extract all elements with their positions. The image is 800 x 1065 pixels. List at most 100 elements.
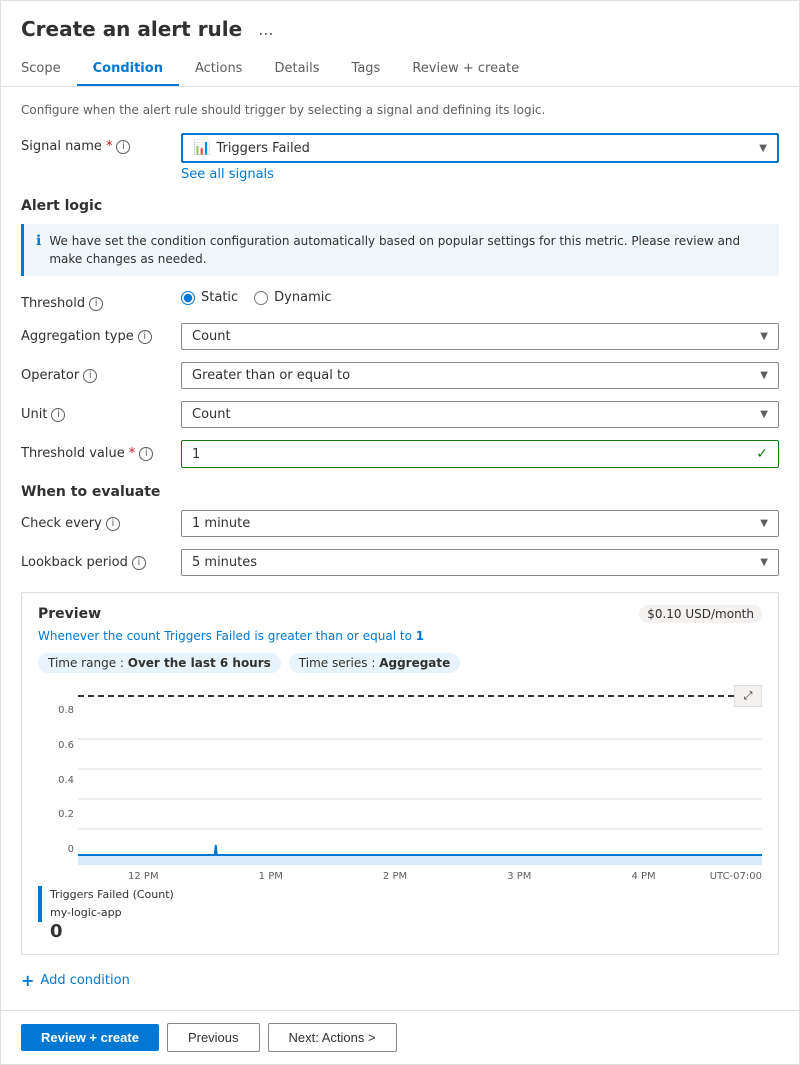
signal-name-dropdown[interactable]: 📊 Triggers Failed ▼ (181, 133, 779, 163)
chevron-down-icon: ▼ (759, 143, 767, 154)
tab-review-create[interactable]: Review + create (396, 53, 535, 86)
threshold-radio-group: Static Dynamic (181, 290, 779, 305)
static-radio-option[interactable]: Static (181, 290, 238, 305)
chevron-down-icon: ▼ (760, 557, 768, 568)
preview-description: Whenever the count Triggers Failed is gr… (38, 629, 762, 643)
unit-label: Unit i (21, 401, 181, 422)
bar-chart-icon: 📊 (193, 140, 210, 156)
see-all-signals-link[interactable]: See all signals (181, 167, 274, 182)
aggregation-type-label: Aggregation type i (21, 323, 181, 344)
aggregation-type-value: Count (192, 329, 231, 344)
threshold-label: Threshold i (21, 290, 181, 311)
header: Create an alert rule ... Scope Condition… (1, 1, 799, 87)
legend-subtitle: my-logic-app (50, 904, 174, 922)
chart-wrapper: ⤢ 0.8 0.6 (38, 685, 762, 869)
next-actions-button[interactable]: Next: Actions > (268, 1023, 397, 1052)
tab-tags[interactable]: Tags (336, 53, 397, 86)
threshold-value-row: Threshold value * i 1 ✓ (21, 440, 779, 468)
time-series-chip[interactable]: Time series : Aggregate (289, 653, 460, 673)
threshold-value-control: 1 ✓ (181, 440, 779, 468)
footer: Review + create Previous Next: Actions > (1, 1010, 799, 1064)
lookback-period-label: Lookback period i (21, 549, 181, 570)
operator-info-icon[interactable]: i (83, 369, 97, 383)
x-axis-labels: 12 PM 1 PM 2 PM 3 PM 4 PM (78, 871, 706, 882)
aggregation-type-info-icon[interactable]: i (138, 330, 152, 344)
aggregation-type-dropdown[interactable]: Count ▼ (181, 323, 779, 350)
lookback-period-value: 5 minutes (192, 555, 257, 570)
alert-logic-heading: Alert logic (21, 198, 779, 214)
dynamic-radio-option[interactable]: Dynamic (254, 290, 331, 305)
when-to-evaluate-heading: When to evaluate (21, 484, 779, 500)
check-every-label: Check every i (21, 510, 181, 531)
threshold-row: Threshold i Static Dynamic (21, 290, 779, 311)
content: Configure when the alert rule should tri… (1, 87, 799, 1010)
operator-row: Operator i Greater than or equal to ▼ (21, 362, 779, 389)
ellipsis-button[interactable]: ... (252, 18, 279, 41)
unit-info-icon[interactable]: i (51, 408, 65, 422)
legend-color-bar (38, 886, 42, 922)
review-create-button[interactable]: Review + create (21, 1024, 159, 1051)
operator-value: Greater than or equal to (192, 368, 350, 383)
aggregation-type-row: Aggregation type i Count ▼ (21, 323, 779, 350)
preview-section: Preview $0.10 USD/month Whenever the cou… (21, 592, 779, 955)
y-axis-labels: 0.8 0.6 0.4 0.2 0 (38, 705, 74, 855)
lookback-period-row: Lookback period i 5 minutes ▼ (21, 549, 779, 576)
legend-value: 0 (50, 921, 174, 942)
required-star: * (106, 139, 113, 154)
zoom-icon[interactable]: ⤢ (734, 685, 762, 707)
preview-title: Preview (38, 606, 101, 622)
operator-control: Greater than or equal to ▼ (181, 362, 779, 389)
threshold-value-info-icon[interactable]: i (139, 447, 153, 461)
time-range-chip[interactable]: Time range : Over the last 6 hours (38, 653, 281, 673)
threshold-value-required: * (129, 446, 136, 461)
check-every-dropdown[interactable]: 1 minute ▼ (181, 510, 779, 537)
check-every-row: Check every i 1 minute ▼ (21, 510, 779, 537)
threshold-value-input[interactable]: 1 ✓ (181, 440, 779, 468)
tab-details[interactable]: Details (258, 53, 335, 86)
signal-name-info-icon[interactable]: i (116, 140, 130, 154)
preview-cost: $0.10 USD/month (639, 605, 762, 623)
info-banner: ℹ We have set the condition configuratio… (21, 224, 779, 276)
signal-name-value: Triggers Failed (216, 141, 309, 156)
signal-name-control: 📊 Triggers Failed ▼ See all signals (181, 133, 779, 182)
threshold-info-icon[interactable]: i (89, 297, 103, 311)
operator-label: Operator i (21, 362, 181, 383)
tab-actions[interactable]: Actions (179, 53, 259, 86)
lookback-period-control: 5 minutes ▼ (181, 549, 779, 576)
dynamic-radio-label: Dynamic (274, 290, 331, 305)
tab-condition[interactable]: Condition (77, 53, 179, 86)
lookback-period-info-icon[interactable]: i (132, 556, 146, 570)
lookback-period-dropdown[interactable]: 5 minutes ▼ (181, 549, 779, 576)
threshold-control: Static Dynamic (181, 290, 779, 305)
unit-value: Count (192, 407, 231, 422)
tab-scope[interactable]: Scope (21, 53, 77, 86)
dynamic-radio-input[interactable] (254, 291, 268, 305)
utc-label: UTC-07:00 (710, 871, 762, 882)
unit-row: Unit i Count ▼ (21, 401, 779, 428)
check-every-control: 1 minute ▼ (181, 510, 779, 537)
threshold-dashed-line (78, 695, 734, 697)
chevron-down-icon: ▼ (760, 331, 768, 342)
chart-legend: Triggers Failed (Count) my-logic-app 0 (38, 886, 762, 942)
chevron-down-icon: ▼ (760, 370, 768, 381)
previous-button[interactable]: Previous (167, 1023, 260, 1052)
check-every-info-icon[interactable]: i (106, 517, 120, 531)
chevron-down-icon: ▼ (760, 518, 768, 529)
threshold-value-display: 1 (192, 447, 200, 462)
chevron-down-icon: ▼ (760, 409, 768, 420)
page-title: Create an alert rule (21, 17, 242, 41)
add-condition-button[interactable]: + Add condition (21, 967, 779, 994)
chart-svg (78, 715, 762, 865)
add-condition-label: Add condition (40, 973, 129, 988)
legend-title: Triggers Failed (Count) (50, 886, 174, 904)
checkmark-icon: ✓ (756, 446, 768, 462)
unit-dropdown[interactable]: Count ▼ (181, 401, 779, 428)
signal-name-label: Signal name * i (21, 133, 181, 154)
static-radio-label: Static (201, 290, 238, 305)
info-banner-icon: ℹ (36, 233, 41, 249)
operator-dropdown[interactable]: Greater than or equal to ▼ (181, 362, 779, 389)
signal-name-row: Signal name * i 📊 Triggers Failed ▼ See … (21, 133, 779, 182)
unit-control: Count ▼ (181, 401, 779, 428)
plus-icon: + (21, 971, 34, 990)
static-radio-input[interactable] (181, 291, 195, 305)
